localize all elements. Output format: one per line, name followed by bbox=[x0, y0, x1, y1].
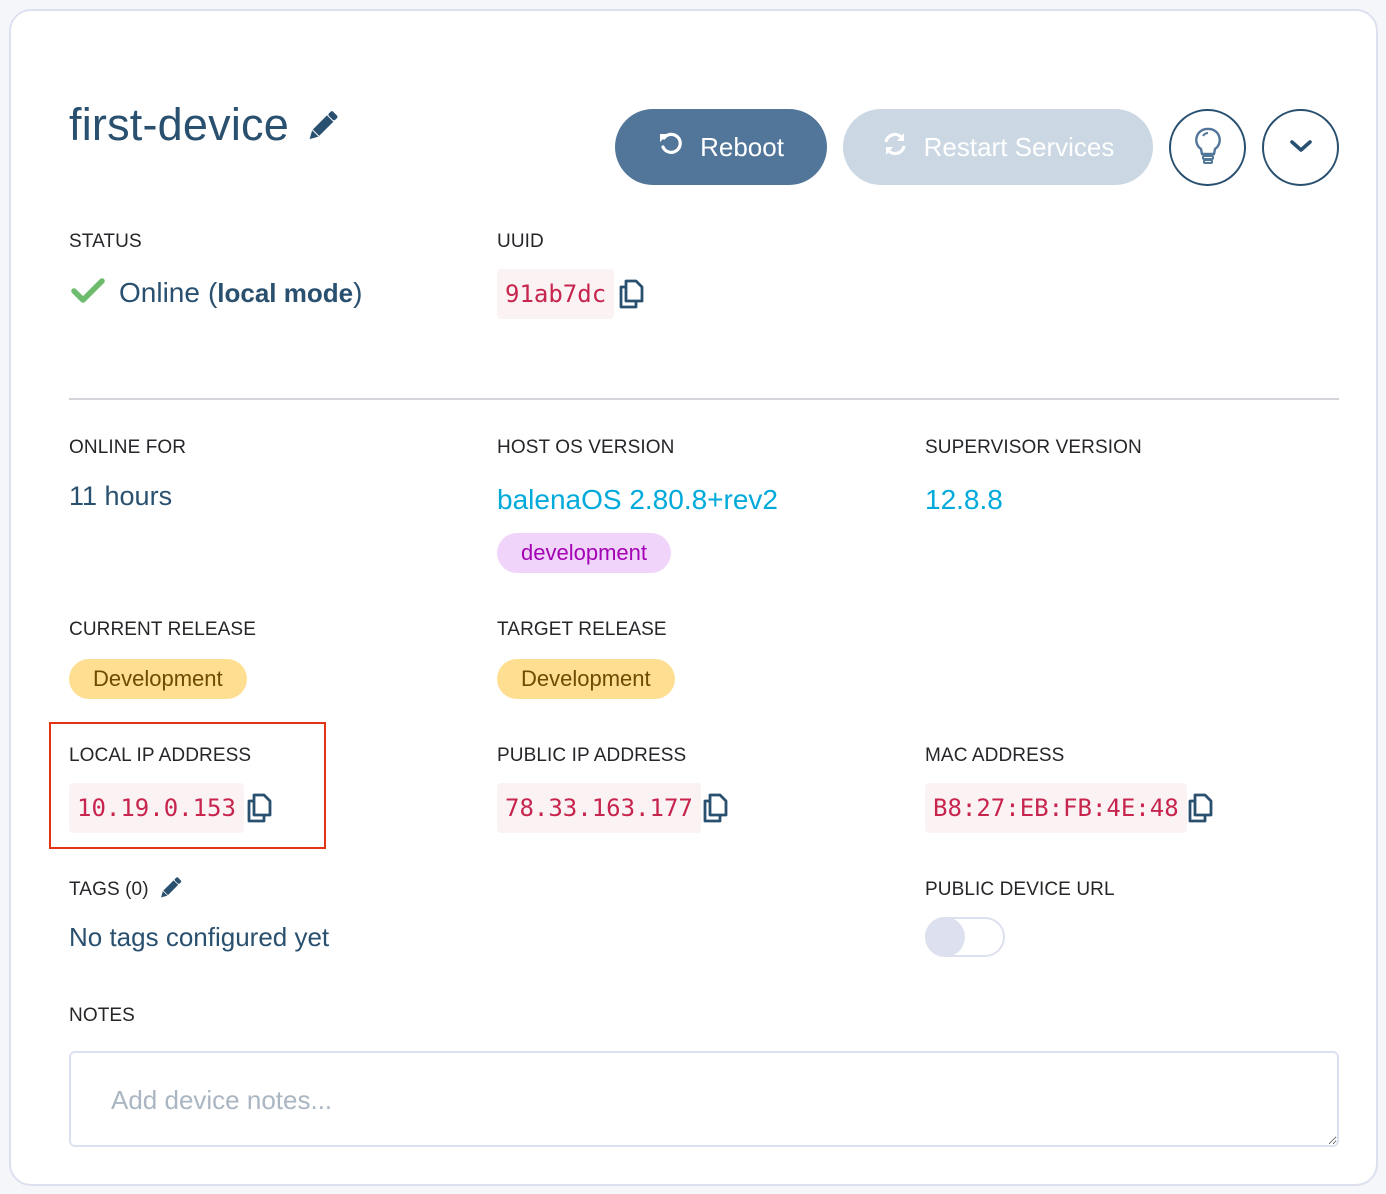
reboot-label: Reboot bbox=[700, 131, 784, 162]
status-value: Online ( local mode ) bbox=[71, 277, 362, 309]
tags-label: TAGS (0) bbox=[69, 879, 149, 900]
target-release-badge[interactable]: Development bbox=[497, 659, 675, 699]
more-actions-button[interactable] bbox=[1262, 109, 1339, 186]
host-os-label: HOST OS VERSION bbox=[497, 437, 675, 458]
edit-device-name-pencil-icon[interactable] bbox=[303, 108, 341, 144]
device-name-title: first-device bbox=[69, 99, 289, 150]
status-label: STATUS bbox=[69, 231, 142, 252]
uuid-label: UUID bbox=[497, 231, 544, 252]
os-variant-badge: development bbox=[497, 533, 671, 573]
copy-local-ip-icon[interactable] bbox=[246, 793, 272, 823]
status-paren-close: ) bbox=[353, 277, 363, 308]
notes-label: NOTES bbox=[69, 1005, 135, 1026]
local-ip-label: LOCAL IP ADDRESS bbox=[69, 745, 252, 766]
status-paren-open: ( bbox=[207, 277, 218, 308]
toggle-knob bbox=[925, 917, 965, 957]
mac-address-label: MAC ADDRESS bbox=[925, 745, 1065, 766]
public-device-url-toggle[interactable] bbox=[925, 917, 1005, 957]
copy-uuid-icon[interactable] bbox=[618, 279, 644, 309]
local-ip-value: 10.19.0.153 bbox=[69, 783, 244, 833]
undo-icon bbox=[658, 131, 700, 164]
checkmark-icon bbox=[71, 277, 105, 309]
device-summary-card: first-device Reboot Restart Services STA… bbox=[9, 9, 1378, 1186]
reboot-button[interactable]: Reboot bbox=[615, 109, 827, 185]
current-release-label: CURRENT RELEASE bbox=[69, 619, 256, 640]
supervisor-label: SUPERVISOR VERSION bbox=[925, 437, 1142, 458]
status-text: Online bbox=[119, 277, 200, 308]
copy-mac-address-icon[interactable] bbox=[1187, 793, 1213, 823]
tips-button[interactable] bbox=[1169, 109, 1246, 186]
section-divider bbox=[69, 398, 1339, 400]
public-device-url-label: PUBLIC DEVICE URL bbox=[925, 879, 1115, 900]
device-notes-textarea[interactable] bbox=[69, 1051, 1339, 1147]
mac-address-value: B8:27:EB:FB:4E:48 bbox=[925, 783, 1187, 833]
supervisor-version-link[interactable]: 12.8.8 bbox=[925, 483, 1003, 517]
status-mode: local mode bbox=[217, 277, 354, 308]
target-release-label: TARGET RELEASE bbox=[497, 619, 667, 640]
restart-services-label: Restart Services bbox=[923, 131, 1115, 162]
uuid-value: 91ab7dc bbox=[497, 269, 615, 319]
current-release-badge[interactable]: Development bbox=[69, 659, 247, 699]
restart-services-button[interactable]: Restart Services bbox=[843, 109, 1153, 185]
lightbulb-icon bbox=[1194, 127, 1222, 168]
chevron-down-icon bbox=[1289, 138, 1313, 157]
public-ip-label: PUBLIC IP ADDRESS bbox=[497, 745, 687, 766]
edit-tags-pencil-icon[interactable] bbox=[156, 875, 184, 906]
sync-icon bbox=[882, 131, 924, 164]
online-for-label: ONLINE FOR bbox=[69, 437, 187, 458]
online-for-value: 11 hours bbox=[69, 481, 173, 511]
tags-empty-text: No tags configured yet bbox=[69, 922, 330, 952]
copy-public-ip-icon[interactable] bbox=[702, 793, 728, 823]
host-os-version-link[interactable]: balenaOS 2.80.8+rev2 bbox=[497, 483, 778, 517]
public-ip-value: 78.33.163.177 bbox=[497, 783, 701, 833]
